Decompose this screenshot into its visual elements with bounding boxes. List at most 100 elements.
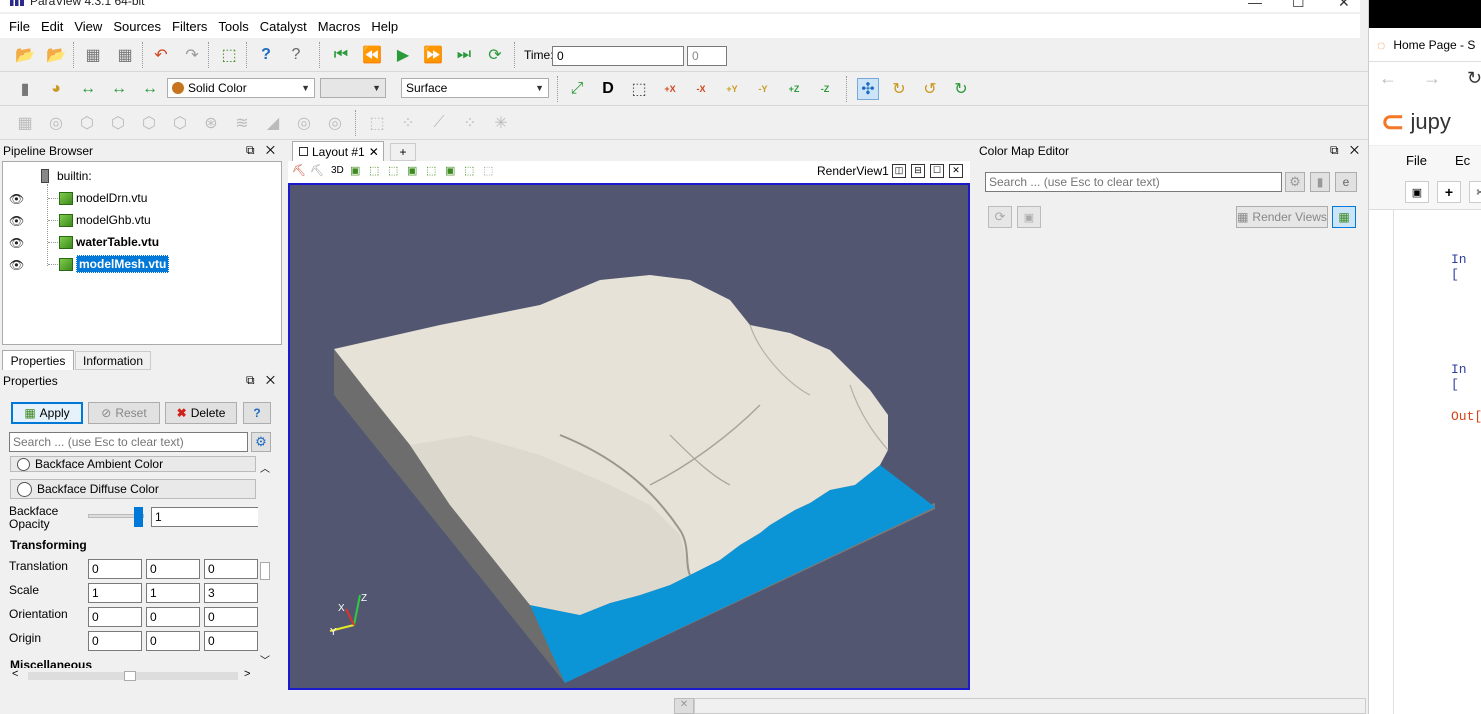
add-layout-tab-button[interactable]: +: [390, 143, 416, 161]
rescale-icon[interactable]: ⟳: [988, 206, 1012, 228]
scroll-down-icon[interactable]: ﹀: [260, 652, 270, 667]
origin-x-input[interactable]: 0: [88, 631, 142, 651]
color-map-gear-icon[interactable]: ⚙: [1285, 172, 1305, 192]
next-frame-icon[interactable]: ⏩: [422, 44, 444, 66]
help-icon[interactable]: ?: [255, 44, 277, 66]
properties-help-button[interactable]: ?: [243, 402, 271, 424]
menu-help[interactable]: Help: [366, 19, 404, 34]
view-plus-y-icon[interactable]: +Y: [721, 78, 743, 100]
properties-search-input[interactable]: [9, 432, 248, 452]
scrollbar-thumb[interactable]: [124, 671, 136, 681]
zoom-to-box-icon[interactable]: ⬚: [628, 78, 650, 100]
pipeline-item-selected[interactable]: modelMesh.vtu: [48, 254, 170, 274]
menu-sources[interactable]: Sources: [108, 19, 167, 34]
browser-tab[interactable]: ◌ Home Page - S: [1369, 28, 1481, 62]
scroll-right-icon[interactable]: >: [244, 668, 250, 680]
visibility-eye-icon[interactable]: 👁: [9, 192, 24, 206]
close-icon[interactable]: ✕: [1338, 0, 1350, 11]
calculator-icon[interactable]: ▦: [14, 112, 36, 134]
reset-camera-icon[interactable]: ⤢: [566, 78, 588, 100]
menu-macros[interactable]: Macros: [313, 19, 367, 34]
select-cells-icon[interactable]: ⬚: [366, 112, 388, 134]
capture-icon[interactable]: ⛏: [292, 164, 306, 177]
view-minus-y-icon[interactable]: -Y: [752, 78, 774, 100]
translation-y-input[interactable]: 0: [146, 559, 200, 579]
properties-vertical-scrollbar[interactable]: ︿ ﹀: [258, 460, 272, 668]
orientation-y-input[interactable]: 0: [146, 607, 200, 627]
whats-this-icon[interactable]: ?: [285, 44, 307, 66]
undo-icon[interactable]: ↶: [150, 44, 172, 66]
maximize-icon[interactable]: ☐: [1292, 0, 1305, 11]
select-cells-through-icon[interactable]: ⬚: [388, 164, 398, 177]
origin-z-input[interactable]: 0: [204, 631, 258, 651]
color-map-edge-icon[interactable]: e: [1335, 172, 1357, 192]
pipeline-item[interactable]: modelGhb.vtu: [48, 210, 151, 230]
visibility-eye-icon[interactable]: 👁: [9, 236, 24, 250]
warp-by-vector-icon[interactable]: ◢: [262, 112, 284, 134]
contour-icon[interactable]: ◎: [45, 112, 67, 134]
menu-filters[interactable]: Filters: [167, 19, 213, 34]
plot-selection-icon[interactable]: ⟋: [428, 112, 450, 134]
time-input[interactable]: 0: [552, 46, 684, 66]
disconnect-icon[interactable]: ▦: [114, 44, 136, 66]
apply-button[interactable]: ▦ Apply: [11, 402, 83, 424]
color-map-search-input[interactable]: [985, 172, 1282, 192]
backface-ambient-color-button[interactable]: Backface Ambient Color: [10, 456, 256, 472]
close-tab-icon[interactable]: ✕: [369, 145, 379, 159]
orientation-x-input[interactable]: 0: [88, 607, 142, 627]
scale-x-input[interactable]: 1: [88, 583, 142, 603]
orientation-z-input[interactable]: 0: [204, 607, 258, 627]
toggle-color-legend-icon[interactable]: ▮: [14, 78, 36, 100]
camera-undo-icon[interactable]: ⬚: [218, 44, 240, 66]
delete-button[interactable]: ✖ Delete: [165, 402, 237, 424]
split-vertical-icon[interactable]: ⊟: [911, 164, 925, 178]
zoom-to-data-icon[interactable]: D: [597, 78, 619, 100]
pipeline-item[interactable]: modelDrn.vtu: [48, 188, 147, 208]
extract-level-icon[interactable]: ◎: [324, 112, 346, 134]
color-map-save-icon[interactable]: ▮: [1310, 172, 1330, 192]
close-view-icon[interactable]: ✕: [949, 164, 963, 178]
capture-gray-icon[interactable]: ⛏: [310, 164, 324, 177]
extract-subset-icon[interactable]: ⬡: [169, 112, 191, 134]
tab-information[interactable]: Information: [75, 351, 151, 370]
dock-close-icon[interactable]: ⧉ ✕: [246, 373, 279, 388]
reset-button[interactable]: ⊘ Reset: [88, 402, 160, 424]
backface-opacity-input[interactable]: 1: [151, 507, 258, 527]
timestep-spinbox[interactable]: 0: [687, 46, 727, 66]
scale-z-input[interactable]: 3: [204, 583, 258, 603]
back-icon[interactable]: ←: [1379, 68, 1397, 89]
play-icon[interactable]: ▶: [392, 44, 414, 66]
clear-selection-icon[interactable]: ⬚: [483, 164, 493, 177]
origin-y-input[interactable]: 0: [146, 631, 200, 651]
representation-select[interactable]: Surface ▼: [401, 78, 549, 98]
plot-over-time-icon[interactable]: ⁘: [459, 112, 481, 134]
add-cell-icon[interactable]: +: [1437, 181, 1461, 203]
threshold-icon[interactable]: ⬡: [138, 112, 160, 134]
group-datasets-icon[interactable]: ◎: [293, 112, 315, 134]
glyph-icon[interactable]: ⊛: [200, 112, 222, 134]
select-polygon-icon[interactable]: ⬚: [426, 164, 436, 177]
select-points-on-icon[interactable]: ⬚: [369, 164, 379, 177]
scrollbar-thumb[interactable]: [260, 562, 270, 580]
pipeline-root[interactable]: builtin:: [41, 166, 92, 186]
interactive-select-cells-icon[interactable]: ⬚: [464, 164, 474, 177]
visible-range-icon[interactable]: ↔: [139, 78, 161, 100]
last-frame-icon[interactable]: ⏭: [453, 44, 475, 66]
translation-z-input[interactable]: 0: [204, 559, 258, 579]
load-state-icon[interactable]: 📂: [45, 44, 67, 66]
cut-icon[interactable]: ✂: [1469, 181, 1481, 203]
backface-diffuse-color-button[interactable]: Backface Diffuse Color: [10, 479, 256, 499]
custom-range-icon[interactable]: ↔: [108, 78, 130, 100]
menu-file[interactable]: File: [4, 19, 36, 34]
clip-icon[interactable]: ⬡: [76, 112, 98, 134]
scale-y-input[interactable]: 1: [146, 583, 200, 603]
translation-x-input[interactable]: 0: [88, 559, 142, 579]
view-minus-x-icon[interactable]: -X: [690, 78, 712, 100]
interactive-select-icon[interactable]: ✳: [490, 112, 512, 134]
menu-edit[interactable]: Edit: [36, 19, 69, 34]
save-preset-icon[interactable]: ▣: [1017, 206, 1041, 228]
pipeline-item[interactable]: waterTable.vtu: [48, 232, 159, 252]
previous-frame-icon[interactable]: ⏪: [361, 44, 383, 66]
split-horizontal-icon[interactable]: ◫: [892, 164, 906, 178]
connect-icon[interactable]: ▦: [82, 44, 104, 66]
